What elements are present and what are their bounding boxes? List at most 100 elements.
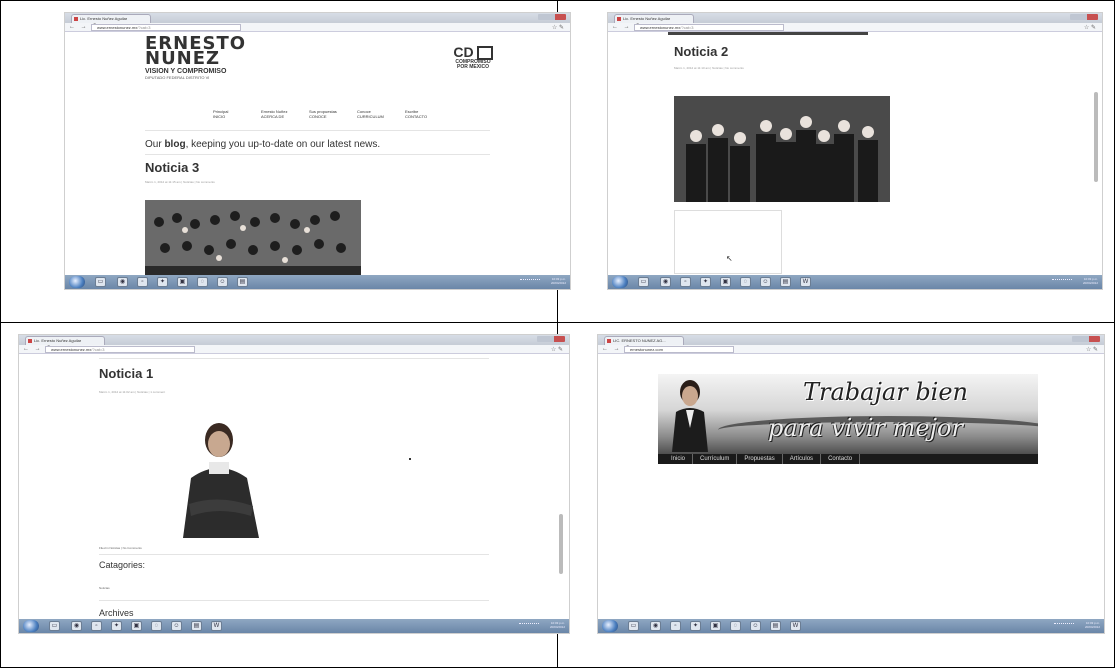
post-title[interactable]: Noticia 3 xyxy=(145,160,199,175)
media-icon[interactable]: ▫ xyxy=(91,621,102,631)
system-tray[interactable] xyxy=(520,279,540,284)
toolbar-icons[interactable]: ☆ ✎ xyxy=(551,346,563,353)
browser-tab[interactable]: Lic. Ernesto Nuñez Aguilar xyxy=(71,14,151,23)
screenshot-noticia-3: Lic. Ernesto Nuñez Aguilar ← → C www.ern… xyxy=(64,12,571,290)
clock[interactable]: 10:03 p.m. 20/04/2012 xyxy=(1076,277,1098,287)
monitor-icon[interactable]: ▤ xyxy=(770,621,781,631)
chrome-icon[interactable]: ◉ xyxy=(117,277,128,287)
clock[interactable]: 10:03 p.m. 20/04/2012 xyxy=(1078,621,1100,631)
toolbar: ← → C ernestonunez.com ☆ ✎ xyxy=(598,345,1104,354)
settings-icon[interactable]: ◌ xyxy=(151,621,162,631)
divider xyxy=(145,154,490,155)
folder-icon[interactable]: ▣ xyxy=(177,277,188,287)
category-link[interactable]: Noticias xyxy=(99,586,110,590)
explorer-icon[interactable]: ▭ xyxy=(628,621,639,631)
nav-articulos[interactable]: Artículos xyxy=(783,454,822,464)
word-icon[interactable]: W xyxy=(211,621,222,631)
nav-contacto[interactable]: Contacto xyxy=(821,454,861,464)
app-icon[interactable]: ✦ xyxy=(700,277,711,287)
chrome-icon[interactable]: ◉ xyxy=(650,621,661,631)
settings-icon[interactable]: ◌ xyxy=(730,621,741,631)
address-bar[interactable]: ernestonunez.com xyxy=(624,346,734,353)
url-host: ernestonunez.com xyxy=(630,347,663,352)
system-tray[interactable] xyxy=(1052,279,1072,284)
address-bar[interactable]: www.ernestonunez.mx/?cat=3 xyxy=(45,346,195,353)
word-icon[interactable]: W xyxy=(800,277,811,287)
window-controls[interactable] xyxy=(1072,336,1100,342)
window-controls[interactable] xyxy=(1070,14,1098,20)
clock[interactable]: 10:03 p.m. 20/04/2012 xyxy=(543,621,565,631)
menu-item-acerca[interactable]: Ernesto Nuñez ACERCA DE xyxy=(261,109,301,119)
address-bar[interactable]: www.ernestonunez.mx/?cat=3 xyxy=(634,24,784,31)
url-host: www.ernestonunez.mx xyxy=(97,25,138,30)
explorer-icon[interactable]: ▭ xyxy=(49,621,60,631)
explorer-icon[interactable]: ▭ xyxy=(95,277,106,287)
word-icon[interactable]: W xyxy=(790,621,801,631)
media-icon[interactable]: ▫ xyxy=(670,621,681,631)
nav-curriculum[interactable]: Currículum xyxy=(693,454,738,464)
menu-item-contacto[interactable]: Escribe CONTACTO xyxy=(405,109,445,119)
app-icon[interactable]: ✦ xyxy=(111,621,122,631)
banner-slogan-line-2: para vivir mejor xyxy=(768,414,963,442)
web-page: Noticia 2 Marzo 1, 2012 at 11:10 am | No… xyxy=(608,32,1102,275)
menu-item-inicio[interactable]: Principal INICIO xyxy=(213,109,253,119)
people-icon[interactable]: ☺ xyxy=(760,277,771,287)
nav-propuestas[interactable]: Propuestas xyxy=(737,454,783,464)
folder-icon[interactable]: ▣ xyxy=(710,621,721,631)
start-button[interactable] xyxy=(23,620,39,632)
browser-tab[interactable]: Lic. Ernesto Nuñez Aguilar xyxy=(614,14,694,23)
party-line-2: POR MEXICO xyxy=(457,64,489,71)
monitor-icon[interactable]: ▤ xyxy=(237,277,248,287)
toolbar-icons[interactable]: ☆ ✎ xyxy=(1086,346,1098,353)
post-filed: Filed in Noticias | No Comments xyxy=(99,546,142,550)
settings-icon[interactable]: ◌ xyxy=(740,277,751,287)
folder-icon[interactable]: ▣ xyxy=(131,621,142,631)
toolbar: ← → C www.ernestonunez.mx/?cat=3 ☆ ✎ xyxy=(19,345,569,354)
media-icon[interactable]: ▫ xyxy=(680,277,691,287)
browser-tab[interactable]: Lic. Ernesto Nuñez Aguilar xyxy=(25,336,105,345)
chrome-icon[interactable]: ◉ xyxy=(71,621,82,631)
media-icon[interactable]: ▫ xyxy=(137,277,148,287)
toolbar-icons[interactable]: ☆ ✎ xyxy=(552,24,564,31)
explorer-icon[interactable]: ▭ xyxy=(638,277,649,287)
browser-tab[interactable]: LIC. ERNESTO NUNEZ AG... xyxy=(604,336,684,345)
group-photo xyxy=(674,96,890,202)
monitor-icon[interactable]: ▤ xyxy=(191,621,202,631)
people-icon[interactable]: ☺ xyxy=(750,621,761,631)
window-controls[interactable] xyxy=(537,336,565,342)
chrome-icon[interactable]: ◉ xyxy=(660,277,671,287)
clock[interactable]: 10:03 p.m. 20/04/2012 xyxy=(544,277,566,287)
people-icon[interactable]: ☺ xyxy=(217,277,228,287)
toolbar: ← → C www.ernestonunez.mx/?cat=3 ☆ ✎ xyxy=(608,23,1102,32)
mouse-cursor-icon xyxy=(409,458,411,460)
start-button[interactable] xyxy=(612,276,628,288)
image-placeholder xyxy=(674,210,782,274)
menu-item-curriculum[interactable]: Conoce CURRICULUM xyxy=(357,109,397,119)
monitor-icon[interactable]: ▤ xyxy=(780,277,791,287)
scrollbar[interactable] xyxy=(1094,92,1098,182)
tab-title: Lic. Ernesto Nuñez Aguilar xyxy=(34,338,82,343)
web-page: ERNESTO NUNEZ VISION Y COMPROMISO DIPUTA… xyxy=(65,32,570,275)
toolbar-icons[interactable]: ☆ ✎ xyxy=(1084,24,1096,31)
app-icon[interactable]: ✦ xyxy=(690,621,701,631)
post-title[interactable]: Noticia 1 xyxy=(99,366,153,381)
system-tray[interactable] xyxy=(1054,623,1074,628)
app-icon[interactable]: ✦ xyxy=(157,277,168,287)
address-bar[interactable]: www.ernestonunez.mx/?cat=3 xyxy=(91,24,241,31)
window-controls[interactable] xyxy=(538,14,566,20)
start-button[interactable] xyxy=(602,620,618,632)
archives-heading: Archives xyxy=(99,608,134,618)
menu-item-conoce[interactable]: Sus propuestas CONOCE xyxy=(309,109,349,119)
post-meta: Marzo 1, 2012 at 11:10 am | Noticias | N… xyxy=(674,66,744,70)
settings-icon[interactable]: ◌ xyxy=(197,277,208,287)
scrollbar[interactable] xyxy=(559,514,563,574)
nav-inicio[interactable]: Inicio xyxy=(664,454,694,464)
site-logo[interactable]: ERNESTO NUNEZ VISION Y COMPROMISO DIPUTA… xyxy=(145,35,245,86)
post-title[interactable]: Noticia 2 xyxy=(674,44,728,59)
folder-icon[interactable]: ▣ xyxy=(720,277,731,287)
start-button[interactable] xyxy=(69,276,85,288)
tab-title: LIC. ERNESTO NUNEZ AG... xyxy=(613,338,666,343)
tab-strip: Lic. Ernesto Nuñez Aguilar xyxy=(608,13,1102,23)
system-tray[interactable] xyxy=(519,623,539,628)
people-icon[interactable]: ☺ xyxy=(171,621,182,631)
